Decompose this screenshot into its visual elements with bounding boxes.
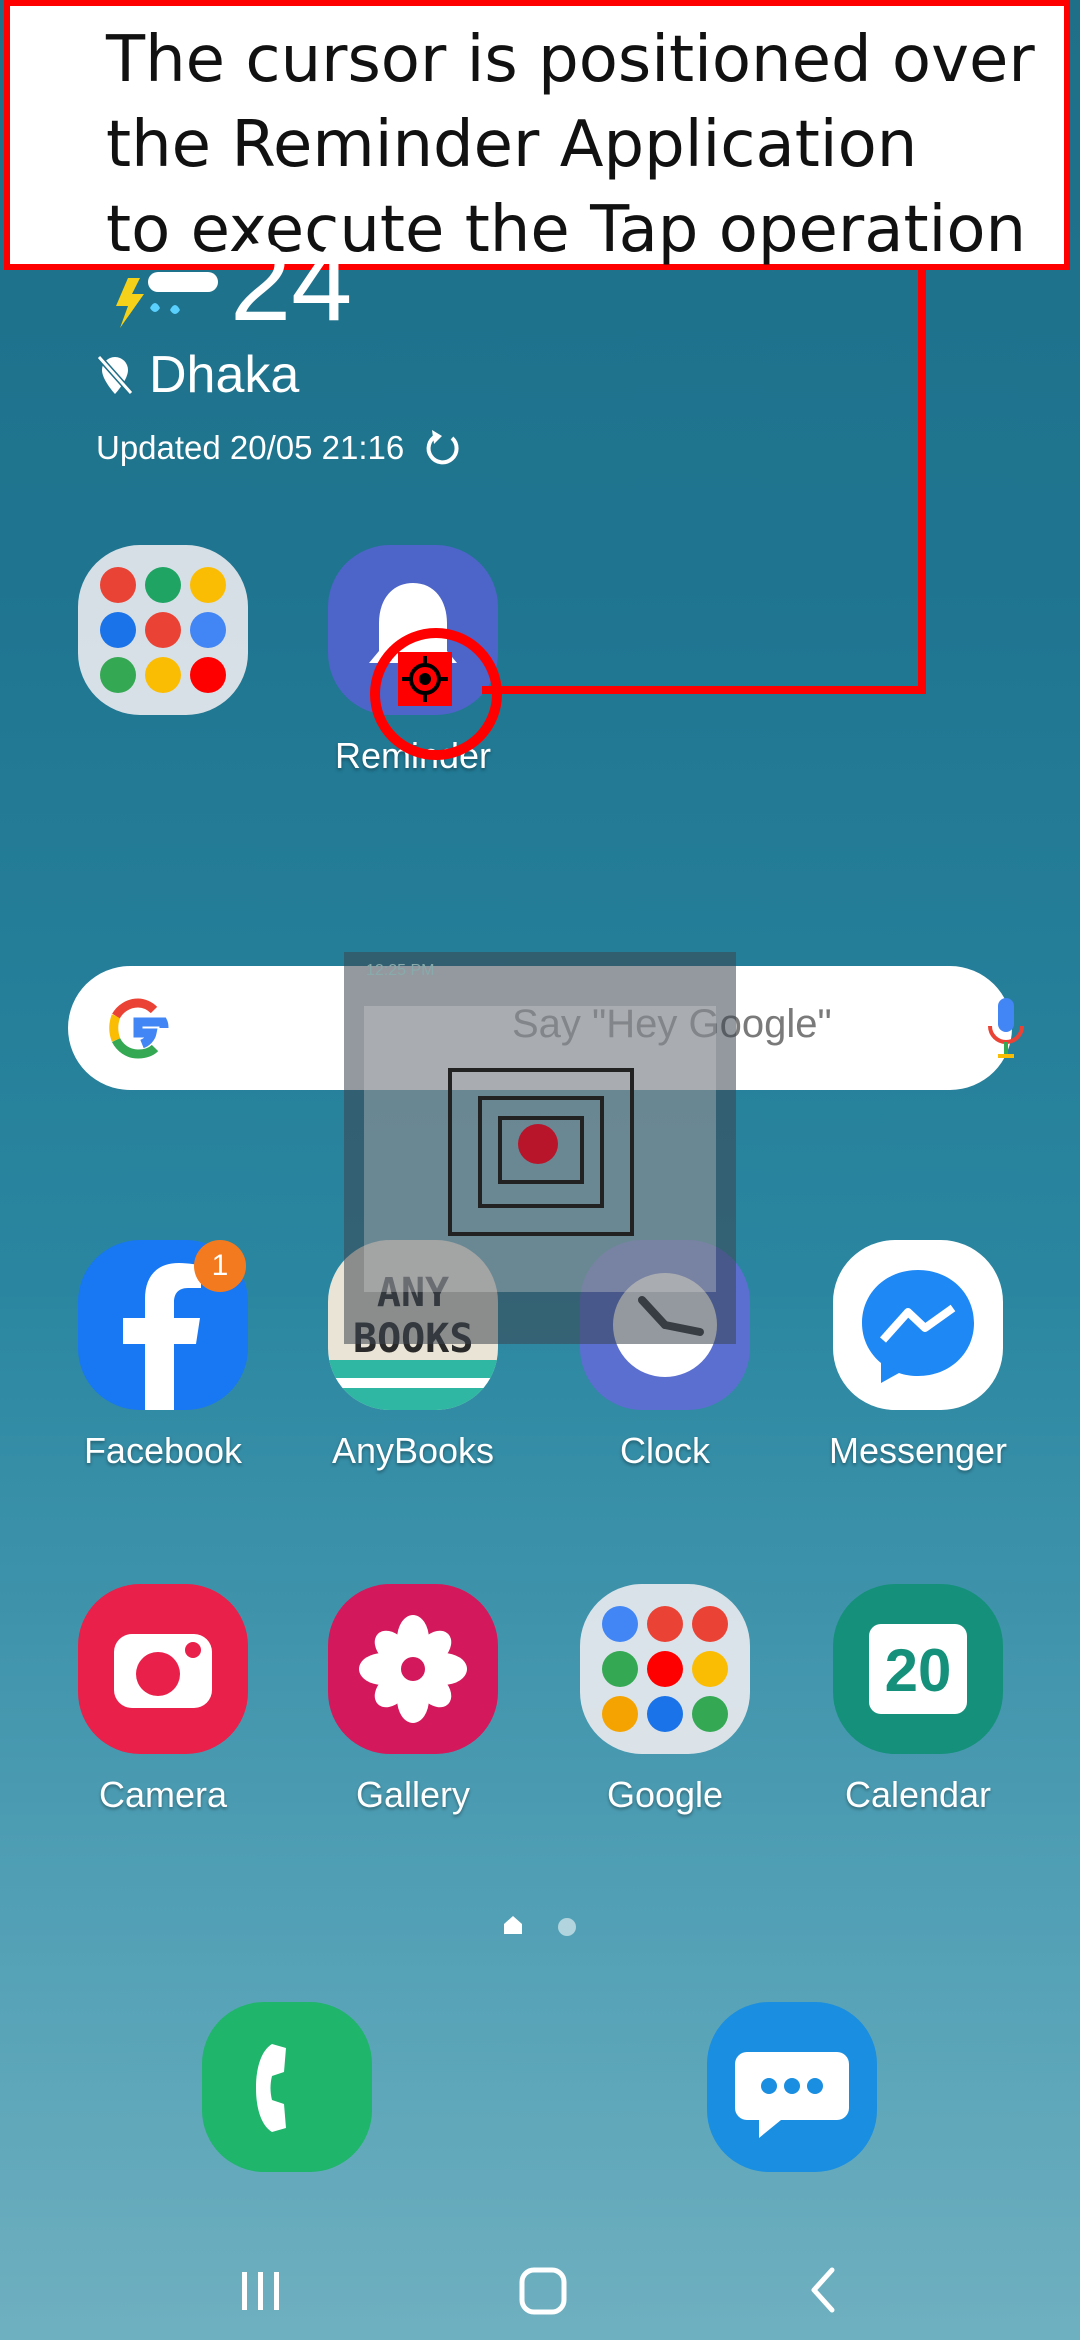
weather-updated-text: Updated 20/05 21:16 — [96, 429, 405, 466]
home-page-indicator-icon — [504, 1916, 522, 1934]
screen-recorder-overlay[interactable]: 12:25 PM — [344, 952, 736, 1344]
page-indicator-dot — [558, 1918, 576, 1936]
app-gallery[interactable]: Gallery — [318, 1584, 508, 1816]
app-label-google: Google — [606, 1774, 724, 1815]
app-google-folder[interactable]: Google — [570, 1584, 760, 1816]
messages-icon — [707, 2002, 877, 2172]
weather-location[interactable]: Dhaka — [95, 345, 299, 405]
calendar-date-text: 20 — [884, 1637, 952, 1704]
camera-icon — [78, 1584, 248, 1754]
app-label-anybooks: AnyBooks — [331, 1430, 495, 1471]
app-folder[interactable] — [68, 545, 258, 715]
app-label-calendar: Calendar — [844, 1774, 992, 1815]
app-facebook[interactable]: 1 Facebook — [68, 1240, 258, 1472]
app-label-gallery: Gallery — [355, 1774, 471, 1815]
recorder-caption: 12:25 PM — [366, 962, 435, 979]
record-button-icon[interactable] — [518, 1124, 558, 1164]
calendar-icon: 20 — [833, 1584, 1003, 1754]
messenger-icon — [833, 1240, 1003, 1410]
app-calendar[interactable]: 20 Calendar — [823, 1584, 1013, 1816]
notification-badge: 1 — [194, 1240, 246, 1292]
app-folder-icon — [78, 545, 248, 715]
google-g-icon — [109, 998, 169, 1059]
app-label-camera: Camera — [98, 1774, 228, 1815]
weather-thunder-icon — [116, 272, 218, 328]
dock-phone[interactable] — [192, 2002, 382, 2172]
app-label-clock: Clock — [619, 1430, 711, 1471]
refresh-icon[interactable] — [422, 428, 462, 468]
app-messenger[interactable]: Messenger — [823, 1240, 1013, 1472]
google-folder-icon — [580, 1584, 750, 1754]
home-icon[interactable] — [518, 2250, 568, 2330]
location-name: Dhaka — [149, 346, 300, 404]
app-label-messenger: Messenger — [828, 1430, 1008, 1471]
back-icon[interactable] — [804, 2250, 844, 2330]
annotation-line-2: the Reminder Application — [106, 108, 918, 182]
annotation-connector-vertical — [918, 270, 926, 694]
annotation-line-1: The cursor is positioned over — [106, 23, 1035, 97]
app-label-facebook: Facebook — [83, 1430, 243, 1471]
microphone-icon[interactable] — [986, 996, 1026, 1060]
recent-apps-icon[interactable] — [236, 2250, 286, 2330]
app-camera[interactable]: Camera — [68, 1584, 258, 1816]
dock-messages[interactable] — [697, 2002, 887, 2172]
location-off-icon — [96, 355, 134, 395]
flower-icon — [328, 1584, 498, 1754]
annotation-banner: The cursor is positioned over the Remind… — [4, 0, 1070, 270]
annotation-connector-horizontal — [482, 686, 926, 694]
weather-updated: Updated 20/05 21:16 — [96, 428, 462, 468]
phone-icon — [202, 2002, 372, 2172]
cursor-ring — [370, 628, 502, 760]
weather-temperature[interactable]: 24 — [230, 228, 352, 338]
